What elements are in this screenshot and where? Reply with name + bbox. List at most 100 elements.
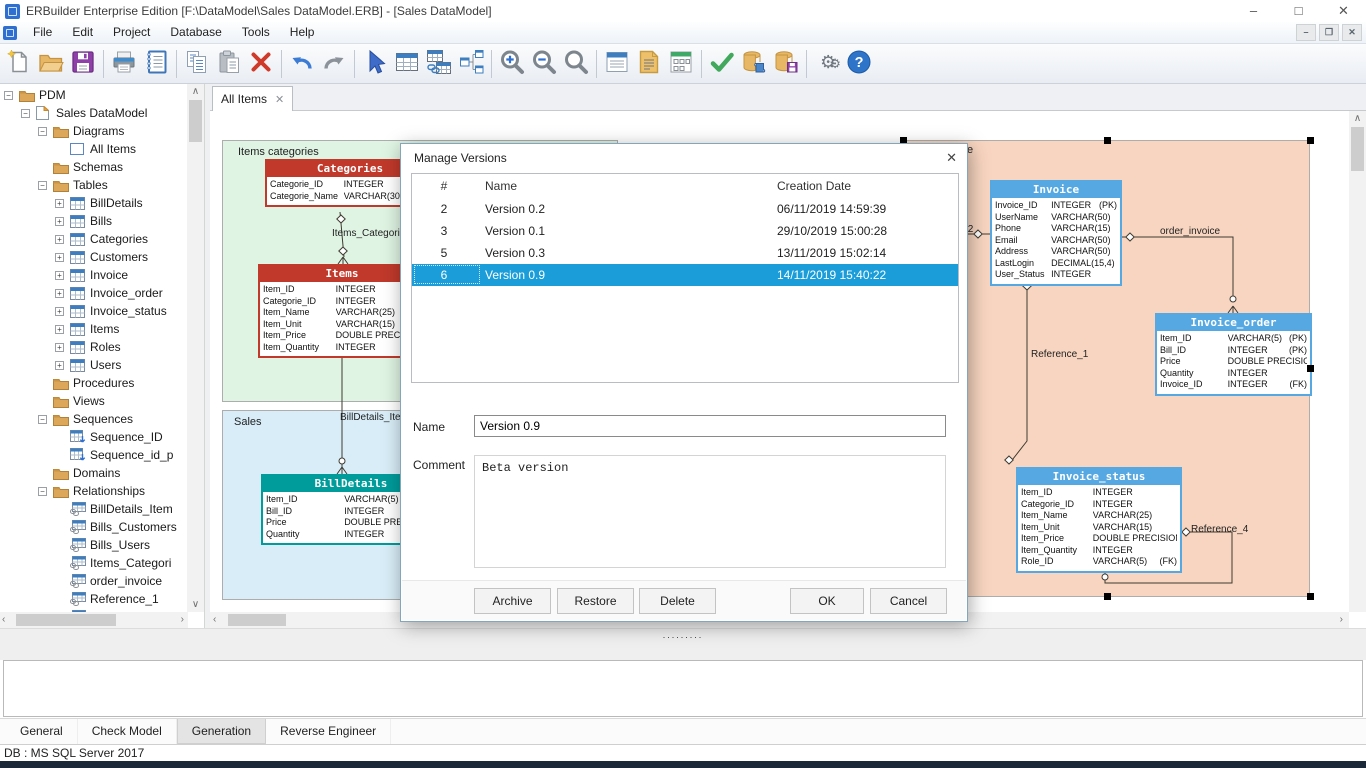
horizontal-splitter[interactable]: ......... [0,628,1366,660]
sidebar-vertical-scrollbar[interactable]: ∧ ∨ [187,84,204,612]
selection-handle[interactable] [1104,137,1111,144]
toolbar-database-save-button[interactable] [770,48,802,80]
tree-item-schemas[interactable]: Schemas [0,158,188,176]
collapse-icon[interactable]: − [38,487,47,496]
expand-icon[interactable]: + [55,289,64,298]
collapse-icon[interactable]: − [38,415,47,424]
toolbar-report-button[interactable] [140,48,172,80]
cancel-button[interactable]: Cancel [870,588,947,614]
toolbar-print-preview-button[interactable] [601,48,633,80]
tree-item-sequences[interactable]: −Sequences [0,410,188,428]
expand-icon[interactable]: + [55,235,64,244]
toolbar-zoom-in-button[interactable] [496,48,528,80]
tab-all-items[interactable]: All Items ✕ [212,86,293,111]
toolbar-auto-layout-button[interactable] [455,48,487,80]
scroll-right-icon[interactable]: › [181,614,184,625]
toolbar-print-button[interactable] [108,48,140,80]
toolbar-paste-button[interactable] [213,48,245,80]
toolbar-pointer-button[interactable] [359,48,391,80]
menu-project[interactable]: Project [103,25,160,39]
entity-invoice_status[interactable]: Invoice_statusItem_IDINTEGERCategorie_ID… [1016,467,1182,573]
menu-tools[interactable]: Tools [232,25,280,39]
collapse-icon[interactable]: − [4,91,13,100]
tree-item-all-items[interactable]: All Items [0,140,188,158]
tree-item-bills-users[interactable]: Bills_Users [0,536,188,554]
toolbar-table-relations-button[interactable] [423,48,455,80]
tree-item-sequence-id-p[interactable]: Sequence_id_p [0,446,188,464]
toolbar-redo-button[interactable] [318,48,350,80]
tree-item-order-invoice[interactable]: order_invoice [0,572,188,590]
toolbar-zoom-out-button[interactable] [528,48,560,80]
menu-file[interactable]: File [23,25,62,39]
toolbar-table-button[interactable] [391,48,423,80]
tree-item-bills[interactable]: +Bills [0,212,188,230]
toolbar-verify-button[interactable] [706,48,738,80]
tree-item-invoice-order[interactable]: +Invoice_order [0,284,188,302]
toolbar-undo-button[interactable] [286,48,318,80]
toolbar-open-button[interactable] [35,48,67,80]
version-comment-textarea[interactable]: Beta version [474,455,946,568]
version-row-version-0-9[interactable]: 6Version 0.914/11/2019 15:40:22 [412,264,958,286]
selection-handle[interactable] [1307,137,1314,144]
expand-icon[interactable]: + [55,271,64,280]
tree-item-domains[interactable]: Domains [0,464,188,482]
mdi-minimize-icon[interactable]: – [1296,24,1316,41]
tree-item-billdetails[interactable]: +BillDetails [0,194,188,212]
tree-item-relationships[interactable]: −Relationships [0,482,188,500]
toolbar-database-generate-button[interactable] [738,48,770,80]
tree-item-categories[interactable]: +Categories [0,230,188,248]
tree-item-items-categori[interactable]: Items_Categori [0,554,188,572]
dialog-close-icon[interactable]: ✕ [946,150,957,166]
bottom-tab-reverse-engineer[interactable]: Reverse Engineer [266,719,391,744]
collapse-icon[interactable]: − [38,181,47,190]
collapse-icon[interactable]: − [38,127,47,136]
tree-item-roles[interactable]: +Roles [0,338,188,356]
tree-item-reference-1[interactable]: Reference_1 [0,590,188,608]
toolbar-help-button[interactable]: ? [843,48,875,80]
tree-item-items[interactable]: +Items [0,320,188,338]
bottom-tab-generation[interactable]: Generation [177,719,266,744]
toolbar-delete-button[interactable] [245,48,277,80]
tree-item-tables[interactable]: −Tables [0,176,188,194]
entity-invoice_order[interactable]: Invoice_orderItem_IDVARCHAR(5)(PK)Bill_I… [1155,313,1312,396]
expand-icon[interactable]: + [55,361,64,370]
bottom-tab-check-model[interactable]: Check Model [78,719,177,744]
mdi-close-icon[interactable]: ✕ [1342,24,1362,41]
expand-icon[interactable]: + [55,199,64,208]
expand-icon[interactable]: + [55,307,64,316]
scrollbar-thumb[interactable] [16,614,116,626]
selection-handle[interactable] [1307,593,1314,600]
scroll-left-icon[interactable]: ‹ [2,614,5,625]
tree-item-pdm[interactable]: −PDM [0,86,188,104]
scroll-down-icon[interactable]: ∨ [187,599,204,610]
collapse-icon[interactable]: − [21,109,30,118]
tree-item-procedures[interactable]: Procedures [0,374,188,392]
scroll-up-icon[interactable]: ∧ [187,86,204,97]
scrollbar-thumb[interactable] [189,100,202,142]
restore-button[interactable]: Restore [557,588,634,614]
menu-help[interactable]: Help [280,25,325,39]
versions-list[interactable]: # Name Creation Date 2Version 0.206/11/2… [411,173,959,383]
minimize-icon[interactable]: – [1231,0,1276,22]
tree-item-billdetails-item[interactable]: BillDetails_Item [0,500,188,518]
close-icon[interactable]: ✕ [1321,0,1366,22]
toolbar-script-button[interactable] [633,48,665,80]
expand-icon[interactable]: + [55,343,64,352]
version-row-version-0-1[interactable]: 3Version 0.129/10/2019 15:00:28 [412,220,958,242]
tree-item-sequence-id[interactable]: Sequence_ID [0,428,188,446]
toolbar-settings-button[interactable]: ⚙⚙ [811,48,843,80]
tree-item-bills-customers[interactable]: Bills_Customers [0,518,188,536]
bottom-tab-general[interactable]: General [6,719,78,744]
tab-close-icon[interactable]: ✕ [275,93,284,106]
sidebar-horizontal-scrollbar[interactable]: ‹ › [0,612,188,628]
tree-item-customers[interactable]: +Customers [0,248,188,266]
selection-handle[interactable] [1307,365,1314,372]
entity-invoice[interactable]: InvoiceInvoice_IDINTEGER(PK)UserNameVARC… [990,180,1122,286]
ok-button[interactable]: OK [790,588,864,614]
menu-database[interactable]: Database [160,25,231,39]
archive-button[interactable]: Archive [474,588,551,614]
toolbar-copy-button[interactable] [181,48,213,80]
toolbar-new-button[interactable] [3,48,35,80]
toolbar-save-button[interactable] [67,48,99,80]
version-name-input[interactable] [474,415,946,437]
